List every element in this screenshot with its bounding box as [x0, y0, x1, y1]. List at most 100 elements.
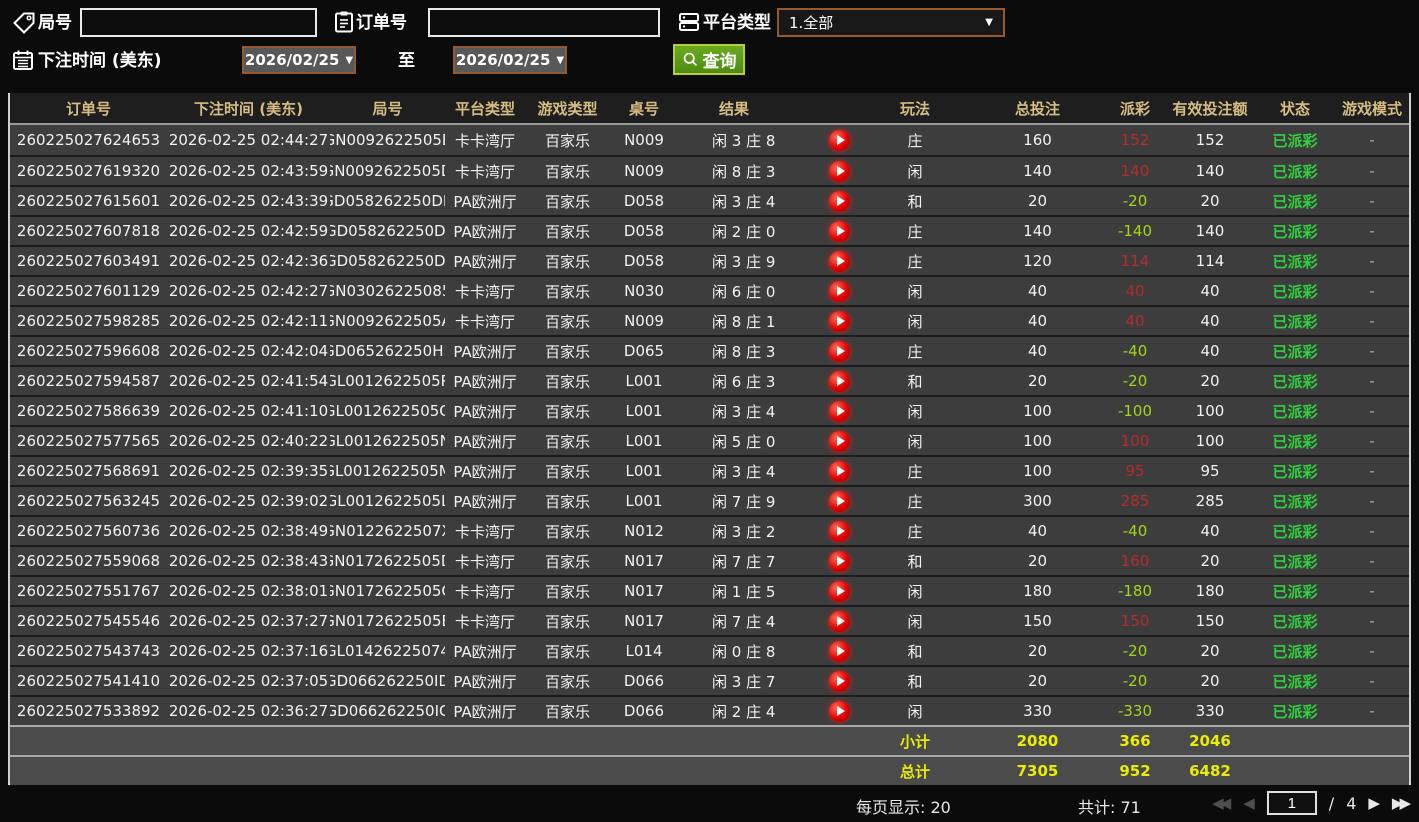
replay-icon[interactable]: [829, 400, 850, 422]
last-page-icon[interactable]: ▶▶: [1392, 791, 1411, 815]
game-type-cell: 百家乐: [544, 462, 590, 481]
table-no-cell: L001: [625, 492, 663, 510]
game-id-cell: GL0012622505L: [330, 492, 445, 510]
result-cell: 闲 6 庄 0: [678, 277, 860, 305]
game-id-cell: GN03026225085: [330, 282, 445, 300]
game-id-cell: GN0122622507X: [330, 522, 445, 540]
status-badge: 已派彩: [1272, 612, 1318, 631]
query-button[interactable]: 查询: [673, 44, 745, 75]
total-bet-cell: 40: [1027, 342, 1048, 360]
table-no-cell: L001: [625, 402, 663, 420]
filter-bar: 局号 订单号 平台类型 1.全部 ▼ 下注时间 (美东) 2026/02/25 …: [0, 0, 1419, 92]
table-row: 260225027603491 2026-02-25 02:42:36 GD05…: [10, 245, 1409, 275]
table-row: 260225027545546 2026-02-25 02:37:27 GN01…: [10, 605, 1409, 635]
bet-time-cell: 2026-02-25 02:42:59: [168, 222, 329, 240]
replay-icon[interactable]: [829, 190, 850, 212]
platform-cell: PA欧洲厅: [453, 672, 517, 691]
tag-icon: [12, 11, 36, 35]
play-type-cell: 庄: [907, 131, 923, 150]
payout-cell: -20: [1122, 192, 1148, 210]
platform-cell: PA欧洲厅: [453, 192, 517, 211]
prev-page-icon[interactable]: ◀: [1243, 791, 1255, 815]
replay-icon[interactable]: [829, 550, 850, 572]
valid-bet-cell: 20: [1200, 372, 1220, 390]
game-id-cell: GD066262250IC: [330, 702, 445, 720]
game-mode-cell: -: [1369, 131, 1375, 149]
date-from-select[interactable]: 2026/02/25 ▼: [242, 46, 356, 74]
valid-bet-cell: 20: [1200, 642, 1220, 660]
status-badge: 已派彩: [1272, 252, 1318, 271]
clipboard-icon: [332, 10, 356, 34]
replay-icon[interactable]: [829, 220, 850, 242]
game-id-input[interactable]: [80, 8, 317, 37]
play-type-cell: 闲: [907, 702, 923, 721]
table-no-cell: D058: [623, 192, 665, 210]
table-row: 260225027563245 2026-02-25 02:39:02 GL00…: [10, 485, 1409, 515]
date-to-select[interactable]: 2026/02/25 ▼: [453, 46, 567, 74]
table-row: 260225027586639 2026-02-25 02:41:10 GL00…: [10, 395, 1409, 425]
result-text: 闲 3 庄 9: [712, 252, 776, 271]
table-body: 260225027624653 2026-02-25 02:44:27 GN00…: [10, 125, 1409, 725]
page-number-input[interactable]: [1266, 791, 1317, 815]
table-no-cell: N012: [624, 522, 664, 540]
game-id-cell: GD066262250ID: [330, 672, 445, 690]
replay-icon[interactable]: [829, 160, 850, 182]
table-no-cell: D058: [623, 252, 665, 270]
subtotal-payout: 366: [1119, 732, 1151, 750]
order-id-input[interactable]: [428, 8, 660, 37]
table-row: 260225027594587 2026-02-25 02:41:54 GL00…: [10, 365, 1409, 395]
total-bet-cell: 150: [1023, 612, 1052, 630]
replay-icon[interactable]: [829, 610, 850, 632]
game-mode-cell: -: [1369, 552, 1375, 570]
status-badge: 已派彩: [1272, 522, 1318, 541]
replay-icon[interactable]: [829, 520, 850, 542]
total-pages: 4: [1346, 793, 1357, 813]
replay-icon[interactable]: [829, 129, 850, 151]
replay-icon[interactable]: [829, 490, 850, 512]
replay-icon[interactable]: [829, 670, 850, 692]
play-type-cell: 闲: [907, 312, 923, 331]
replay-icon[interactable]: [829, 640, 850, 662]
valid-bet-cell: 95: [1200, 462, 1220, 480]
replay-icon[interactable]: [829, 310, 850, 332]
platform-cell: PA欧洲厅: [453, 462, 517, 481]
valid-bet-cell: 140: [1195, 162, 1225, 180]
bet-time-cell: 2026-02-25 02:42:04: [168, 342, 329, 360]
first-page-icon[interactable]: ◀◀: [1212, 791, 1231, 815]
result-cell: 闲 0 庄 8: [678, 637, 860, 665]
replay-icon[interactable]: [829, 280, 850, 302]
valid-bet-cell: 114: [1195, 252, 1225, 270]
result-cell: 闲 3 庄 7: [678, 667, 860, 695]
grand-total-row: 总计 7305 952 6482: [10, 755, 1409, 785]
replay-icon[interactable]: [829, 700, 850, 722]
total-bet-cell: 330: [1023, 702, 1052, 720]
result-text: 闲 3 庄 4: [712, 462, 776, 481]
platform-cell: 卡卡湾厅: [454, 552, 515, 571]
table-row: 260225027551767 2026-02-25 02:38:01 GN01…: [10, 575, 1409, 605]
replay-icon[interactable]: [829, 580, 850, 602]
next-page-icon[interactable]: ▶: [1368, 791, 1380, 815]
replay-icon[interactable]: [829, 250, 850, 272]
column-header-10: 有效投注额: [1172, 99, 1248, 118]
table-row: 260225027596608 2026-02-25 02:42:04 GD06…: [10, 335, 1409, 365]
bet-time-cell: 2026-02-25 02:41:54: [168, 372, 329, 390]
platform-type-select[interactable]: 1.全部 ▼: [777, 8, 1005, 37]
game-type-cell: 百家乐: [544, 492, 590, 511]
column-header-2: 局号: [372, 99, 403, 118]
replay-icon[interactable]: [829, 370, 850, 392]
replay-icon[interactable]: [829, 340, 850, 362]
replay-icon[interactable]: [829, 460, 850, 482]
table-no-cell: D066: [623, 702, 665, 720]
game-id-cell: GN0092622505D: [330, 162, 445, 180]
game-mode-cell: -: [1369, 462, 1375, 480]
replay-icon[interactable]: [829, 430, 850, 452]
play-type-cell: 闲: [907, 402, 923, 421]
game-mode-cell: -: [1369, 402, 1375, 420]
chevron-down-icon: ▼: [985, 17, 993, 28]
result-text: 闲 3 庄 8: [712, 131, 776, 150]
order-id-cell: 260225027551767: [16, 582, 161, 600]
result-cell: 闲 7 庄 9: [678, 487, 860, 515]
total-bet-cell: 300: [1023, 492, 1052, 510]
status-badge: 已派彩: [1272, 372, 1318, 391]
total-bet-cell: 20: [1027, 672, 1048, 690]
